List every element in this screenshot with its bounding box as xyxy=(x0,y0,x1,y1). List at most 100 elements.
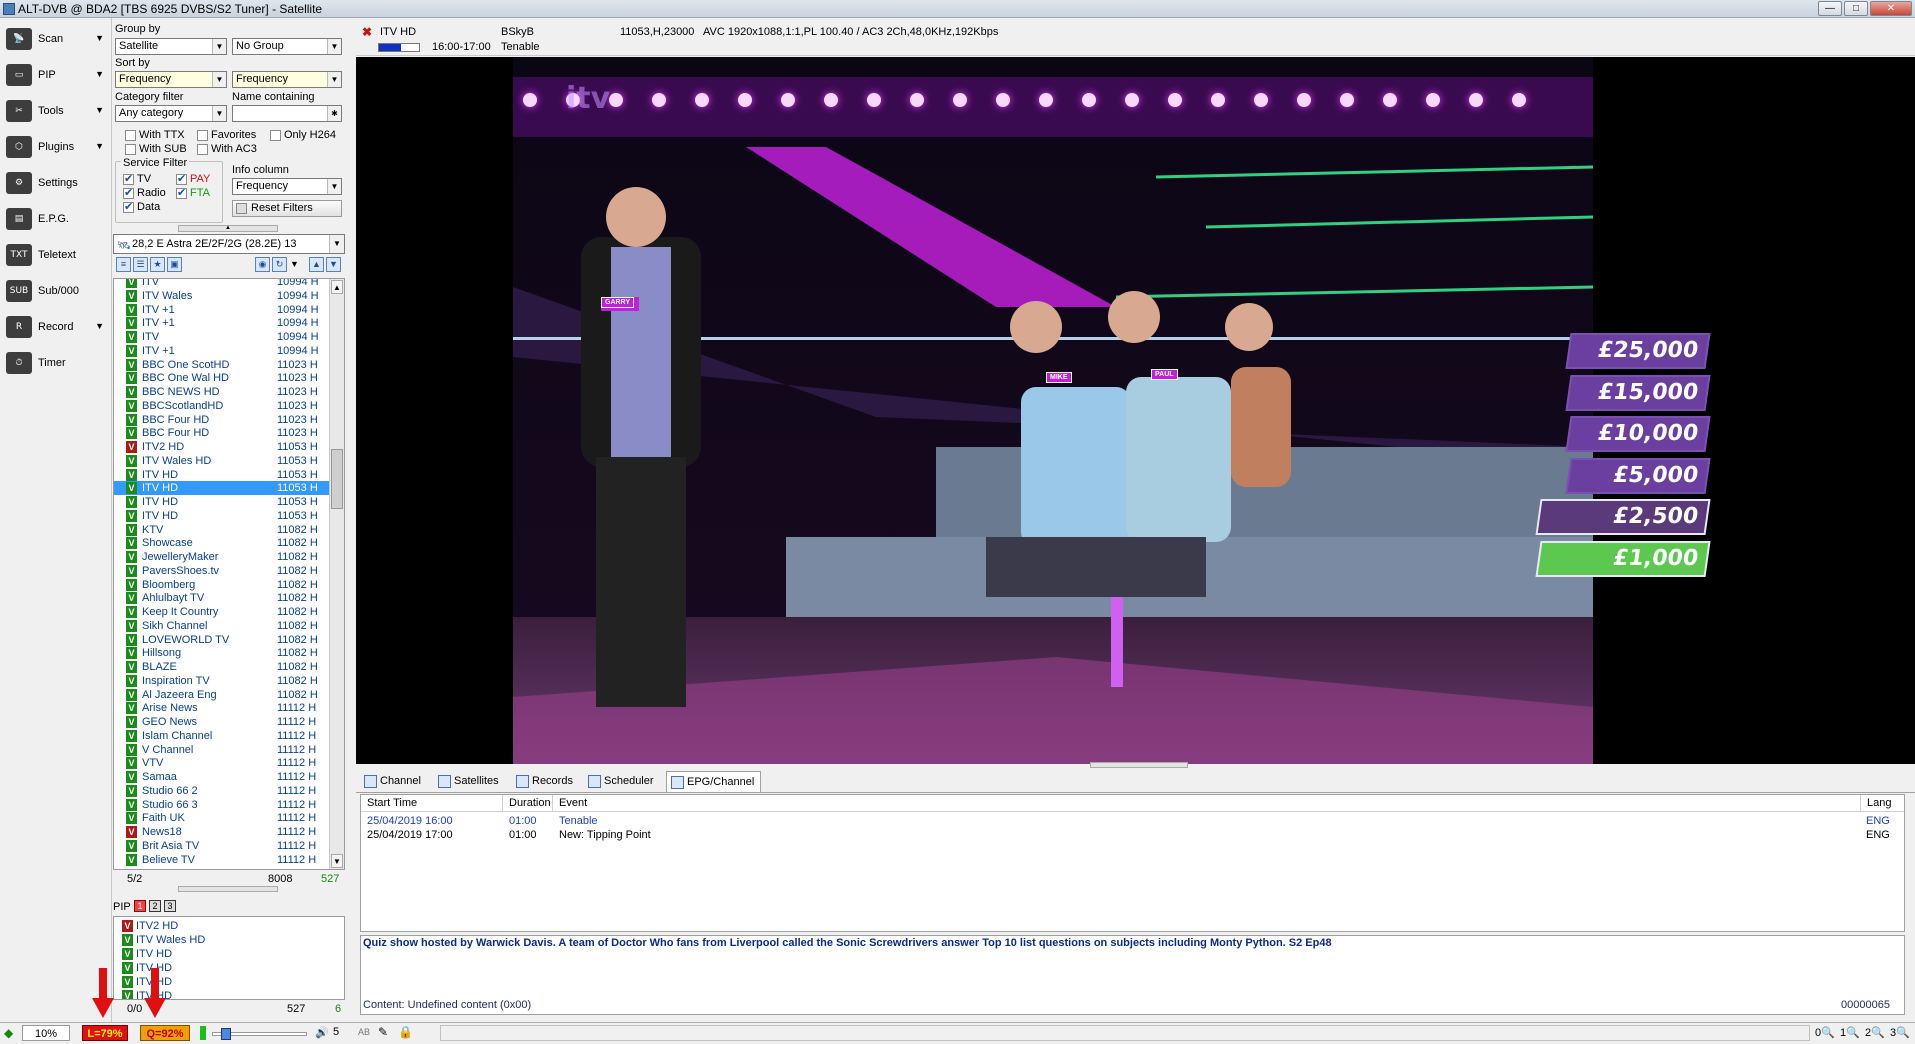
channel-row[interactable]: V Ahlulbayt TV 11082 H xyxy=(114,591,330,605)
epg-table[interactable]: Start Time Duration Event Lang 25/04/201… xyxy=(360,794,1905,932)
with-sub-checkbox[interactable]: With SUB xyxy=(125,143,187,155)
chevron-down-icon[interactable]: ▼ xyxy=(95,141,104,151)
chevron-down-icon[interactable]: ▼ xyxy=(290,259,299,269)
pip-2-button[interactable]: 2 xyxy=(149,900,161,912)
pip-1-button[interactable]: 1 xyxy=(134,900,146,912)
channel-row[interactable]: V ITV HD 11053 H xyxy=(114,468,330,482)
channel-row[interactable]: V Believe TV 11112 H xyxy=(114,853,330,867)
channel-row[interactable]: V BLAZE 11082 H xyxy=(114,660,330,674)
favorites-view-icon[interactable]: ★ xyxy=(150,257,165,272)
channel-row[interactable]: V V Channel 11112 H xyxy=(114,743,330,757)
channel-row[interactable]: V ITV Wales 10994 H xyxy=(114,289,330,303)
channel-row[interactable]: V BBC Four HD 11023 H xyxy=(114,426,330,440)
splitter-handle[interactable]: ▲ xyxy=(178,225,278,232)
only-h264-checkbox[interactable]: Only H264 xyxy=(270,129,336,141)
channel-row[interactable]: V Sikh Channel 11082 H xyxy=(114,619,330,633)
speaker-icon[interactable]: 🔊 xyxy=(315,1026,329,1039)
close-button[interactable]: ✕ xyxy=(1870,1,1912,16)
chevron-down-icon[interactable]: ▼ xyxy=(95,33,104,43)
channel-row[interactable]: V Brit Asia TV 11112 H xyxy=(114,839,330,853)
channel-row[interactable]: V BBCScotlandHD 11023 H xyxy=(114,399,330,413)
tab-epg-channel[interactable]: EPG/Channel xyxy=(666,771,762,792)
channel-row[interactable]: V Faith UK 11112 H xyxy=(114,811,330,825)
group-by-select[interactable]: Satellite ▼ xyxy=(115,38,227,55)
tab-satellites[interactable]: Satellites xyxy=(434,771,505,792)
pip-row[interactable]: V ITV2 HD xyxy=(114,919,330,933)
channel-row[interactable]: V GEO News 11112 H xyxy=(114,715,330,729)
channel-row[interactable]: V LOVEWORLD TV 11082 H xyxy=(114,633,330,647)
satellite-select[interactable]: 🛰 28,2 E Astra 2E/2F/2G (28.2E) 13 ▼ xyxy=(113,234,345,254)
pay-checkbox[interactable]: PAY xyxy=(176,172,210,185)
sidebar-item-teletext[interactable]: TXT Teletext xyxy=(2,238,108,272)
chevron-down-icon[interactable]: ▼ xyxy=(95,321,104,331)
group-secondary-select[interactable]: No Group ▼ xyxy=(232,38,342,55)
channel-row[interactable]: V ITV HD 11053 H xyxy=(114,481,330,496)
pencil-icon[interactable]: ✎ xyxy=(378,1025,388,1039)
pip-row[interactable]: V ITV Wales HD xyxy=(114,933,330,947)
close-channel-icon[interactable]: ✖ xyxy=(362,25,372,39)
channel-row[interactable]: V Al Jazeera Eng 11082 H xyxy=(114,688,330,702)
channel-row[interactable]: V Inspiration TV 11082 H xyxy=(114,674,330,688)
sidebar-item-e-p-g[interactable]: ▤ E.P.G. xyxy=(2,202,108,236)
col-lang[interactable]: Lang xyxy=(1861,795,1904,812)
save-list-icon[interactable]: ▣ xyxy=(167,257,182,272)
info-column-select[interactable]: Frequency ▼ xyxy=(232,178,342,195)
channel-row[interactable]: V ITV Wales HD 11053 H xyxy=(114,454,330,468)
channel-row[interactable]: V ITV2 HD 11053 H xyxy=(114,440,330,454)
favorites-checkbox[interactable]: Favorites xyxy=(197,129,256,141)
with-ttx-checkbox[interactable]: With TTX xyxy=(125,129,185,141)
channel-row[interactable]: V Studio 66 2 11112 H xyxy=(114,784,330,798)
sidebar-item-tools[interactable]: ✂ Tools ▼ xyxy=(2,94,108,128)
channel-row[interactable]: V ITV HD 11053 H xyxy=(114,509,330,523)
name-containing-input[interactable]: ✱ xyxy=(232,105,342,122)
channel-row[interactable]: V Hillsong 11082 H xyxy=(114,646,330,660)
channel-row[interactable]: V PaversShoes.tv 11082 H xyxy=(114,564,330,578)
minimize-button[interactable]: — xyxy=(1818,1,1842,16)
scroll-up-icon[interactable]: ▲ xyxy=(331,280,343,294)
refresh-icon[interactable]: ↻ xyxy=(272,257,287,272)
video-display[interactable]: itv £25,000 £15,000 £10,000 £5,000 £2,500 £1,… xyxy=(356,57,1915,764)
move-down-icon[interactable]: ▼ xyxy=(326,257,341,272)
epg-start[interactable]: 25/04/2019 17:00 xyxy=(367,827,453,843)
channel-row[interactable]: V BBC Four HD 11023 H xyxy=(114,413,330,427)
tab-scheduler[interactable]: Scheduler xyxy=(584,771,660,792)
details-view-icon[interactable]: ☰ xyxy=(133,257,148,272)
channel-row[interactable]: V Studio 66 3 11112 H xyxy=(114,798,330,812)
channel-row[interactable]: V News18 11112 H xyxy=(114,825,330,839)
channel-row[interactable]: V Islam Channel 11112 H xyxy=(114,729,330,743)
sidebar-item-pip[interactable]: ▭ PIP ▼ xyxy=(2,58,108,92)
volume-slider[interactable] xyxy=(212,1028,307,1040)
zoom-0-button[interactable]: 0🔍 xyxy=(1815,1026,1835,1039)
scroll-thumb[interactable] xyxy=(331,449,343,509)
channel-row[interactable]: V BBC One ScotHD 11023 H xyxy=(114,358,330,372)
sidebar-item-record[interactable]: R Record ▼ xyxy=(2,310,108,344)
channel-row[interactable]: V BBC NEWS HD 11023 H xyxy=(114,385,330,399)
epg-lang[interactable]: ENG xyxy=(1866,827,1890,843)
lock-icon[interactable]: 🔒 xyxy=(398,1025,413,1039)
channel-row[interactable]: V Keep It Country 11082 H xyxy=(114,605,330,619)
zoom-3-button[interactable]: 3🔍 xyxy=(1890,1026,1910,1039)
with-ac3-checkbox[interactable]: With AC3 xyxy=(197,143,257,155)
sidebar-item-sub-000[interactable]: SUB Sub/000 xyxy=(2,274,108,308)
tab-channel[interactable]: Channel xyxy=(360,771,427,792)
channel-list-scrollbar[interactable]: ▲ ▼ xyxy=(329,279,344,869)
tv-checkbox[interactable]: TV xyxy=(123,172,151,185)
channel-row[interactable]: V VTV 11112 H xyxy=(114,756,330,770)
chevron-down-icon[interactable]: ▼ xyxy=(95,105,104,115)
channel-row[interactable]: V ITV HD 11053 H xyxy=(114,495,330,509)
list-view-icon[interactable]: ≡ xyxy=(116,257,131,272)
pip-3-button[interactable]: 3 xyxy=(164,900,176,912)
clear-filter-icon[interactable]: ✱ xyxy=(327,106,341,121)
zoom-1-button[interactable]: 1🔍 xyxy=(1840,1026,1860,1039)
channel-row[interactable]: V Samaa 11112 H xyxy=(114,770,330,784)
pip-row[interactable]: V ITV HD xyxy=(114,947,330,961)
channel-row[interactable]: V KTV 11082 H xyxy=(114,523,330,537)
channel-row[interactable]: V ITV +1 10994 H xyxy=(114,344,330,358)
epg-duration[interactable]: 01:00 xyxy=(509,827,537,843)
channel-row[interactable]: V Arise News 11112 H xyxy=(114,701,330,715)
channel-list[interactable]: V ITV 10994 H V ITV Wales 10994 H V ITV +1 10994… xyxy=(113,278,345,870)
channel-row[interactable]: V Showcase 11082 H xyxy=(114,536,330,550)
sidebar-item-scan[interactable]: 📡 Scan ▼ xyxy=(2,22,108,56)
volume-slider-thumb[interactable] xyxy=(221,1028,231,1040)
col-duration[interactable]: Duration xyxy=(503,795,553,812)
